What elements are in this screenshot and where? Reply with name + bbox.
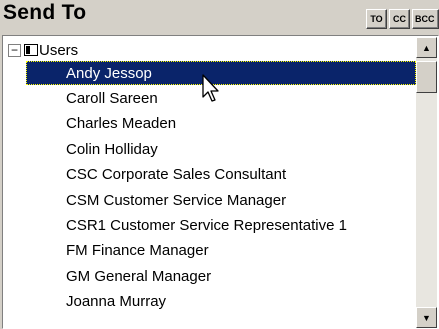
list-item[interactable]: FM Finance Manager: [26, 239, 416, 263]
collapse-icon[interactable]: −: [8, 43, 21, 57]
list-item-label: Colin Holliday: [66, 140, 158, 158]
list-item-label: CSM Customer Service Manager: [66, 191, 287, 209]
list-item-label: Charles Meaden: [66, 115, 177, 133]
list-item[interactable]: Charles Meaden: [26, 112, 416, 136]
arrow-down-icon: ▼: [422, 312, 431, 323]
scroll-down-button[interactable]: ▼: [416, 307, 437, 328]
list-item-label: Caroll Sareen: [66, 89, 158, 107]
scrollbar-thumb[interactable]: [416, 61, 437, 93]
bcc-button[interactable]: BCC: [412, 9, 439, 29]
tree-root-users[interactable]: − Users: [8, 39, 78, 61]
scroll-up-button[interactable]: ▲: [416, 37, 437, 58]
list-item-label: FM Finance Manager: [66, 242, 209, 260]
list-item-label: Joanna Murray: [66, 293, 167, 311]
tree-root-label: Users: [39, 41, 79, 59]
list-item-label: Andy Jessop: [66, 64, 152, 82]
list-item-label: CSC Corporate Sales Consultant: [66, 166, 287, 184]
users-folder-icon: [24, 44, 38, 56]
list-item[interactable]: CSM Customer Service Manager: [26, 188, 416, 212]
vertical-scrollbar[interactable]: ▲ ▼: [416, 37, 437, 328]
list-item-label: CSR1 Customer Service Representative 1: [66, 216, 347, 234]
mouse-pointer-icon: [202, 74, 219, 102]
cc-button[interactable]: CC: [389, 9, 410, 29]
send-to-title: Send To: [3, 1, 87, 24]
list-item[interactable]: CSR1 Customer Service Representative 1: [26, 213, 416, 237]
arrow-up-icon: ▲: [422, 42, 431, 53]
list-item[interactable]: GM General Manager: [26, 264, 416, 288]
list-item[interactable]: Colin Holliday: [26, 137, 416, 161]
to-button[interactable]: TO: [366, 9, 387, 29]
list-item[interactable]: CSC Corporate Sales Consultant: [26, 163, 416, 187]
list-item-label: GM General Manager: [66, 267, 212, 285]
list-item[interactable]: Joanna Murray: [26, 290, 416, 314]
